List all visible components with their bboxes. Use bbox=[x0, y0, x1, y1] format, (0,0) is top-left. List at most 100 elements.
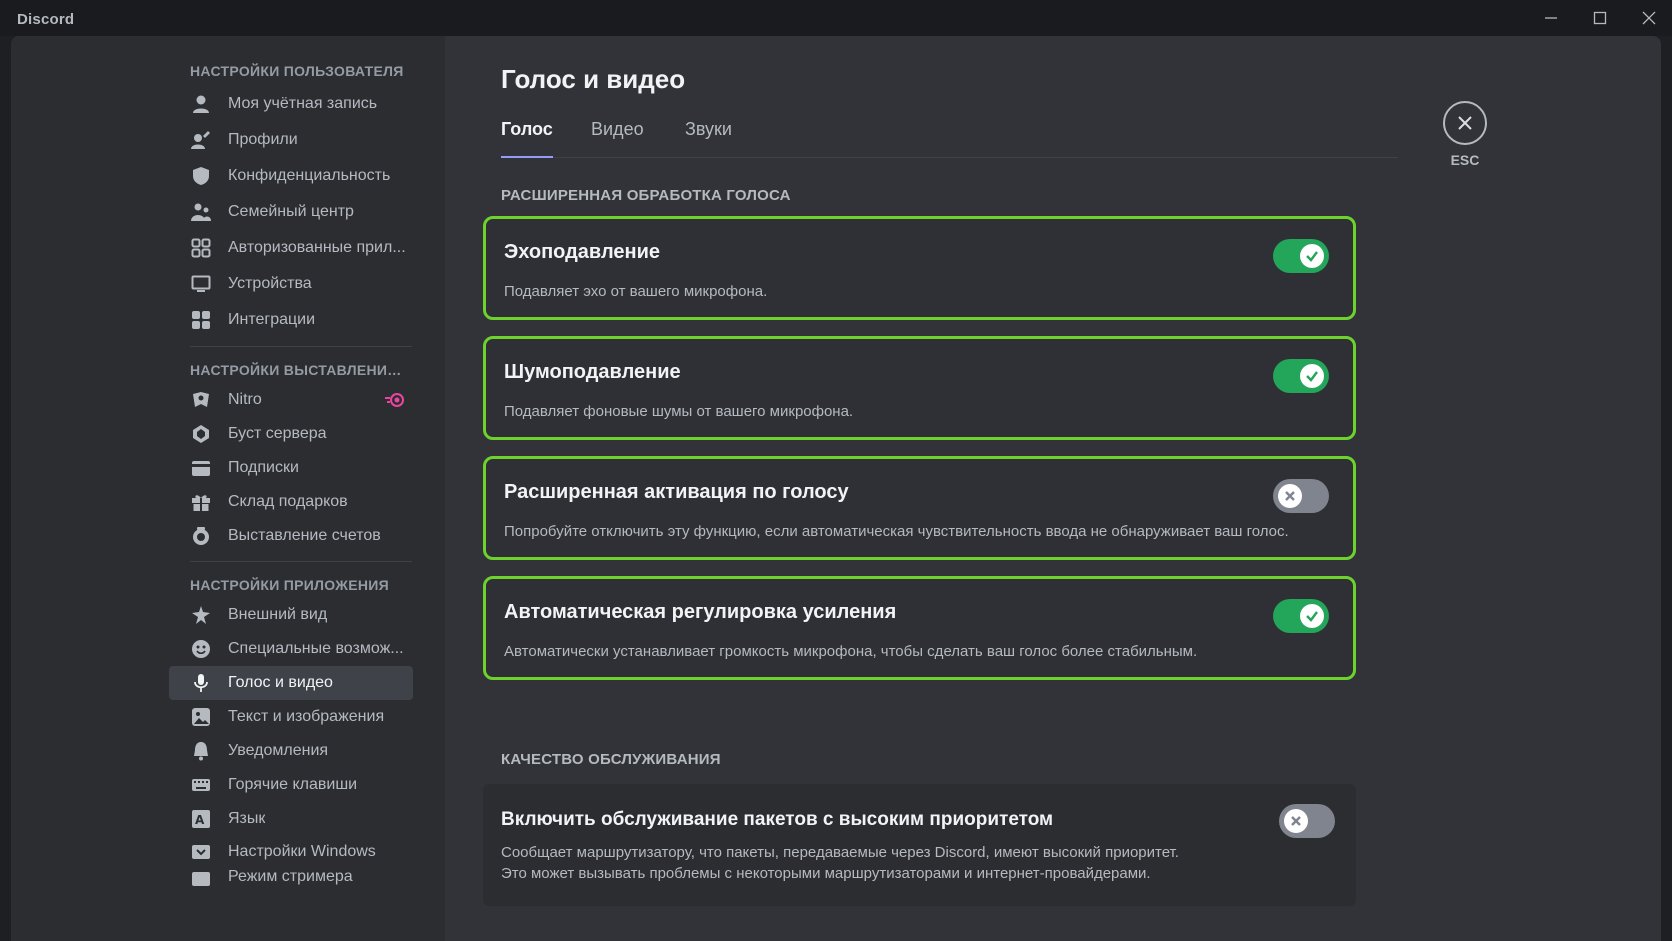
sidebar-item-integrations[interactable]: Интеграции bbox=[169, 302, 413, 338]
sidebar-item-nitro[interactable]: Nitro bbox=[169, 383, 413, 417]
image-icon bbox=[190, 706, 212, 728]
bell-icon bbox=[190, 740, 212, 762]
setting-description-line: Это может вызывать проблемы с некоторыми… bbox=[501, 865, 1151, 882]
setting-card-echo-cancellation: Эхоподавление Подавляет эхо от вашего ми… bbox=[483, 216, 1356, 320]
window-close-icon bbox=[1642, 11, 1656, 25]
section-title-qos: Качество обслуживания bbox=[501, 751, 721, 768]
sidebar-item-label: Специальные возмож... bbox=[228, 640, 404, 657]
sidebar-divider bbox=[190, 561, 412, 562]
sidebar-item-authorized-apps[interactable]: Авторизованные прил... bbox=[169, 230, 413, 266]
minimize-icon bbox=[1545, 17, 1557, 19]
sidebar-item-server-boost[interactable]: Буст сервера bbox=[169, 417, 413, 451]
sidebar-item-voice-video[interactable]: Голос и видео bbox=[169, 666, 413, 700]
auto-gain-control-toggle[interactable] bbox=[1273, 599, 1329, 633]
family-icon bbox=[190, 201, 212, 223]
sidebar-item-profiles[interactable]: Профили bbox=[169, 122, 413, 158]
sidebar-divider bbox=[190, 346, 412, 347]
page-title: Голос и видео bbox=[501, 64, 686, 94]
sidebar-item-billing[interactable]: Выставление счетов bbox=[169, 519, 413, 553]
nitro-icon bbox=[190, 389, 212, 411]
sidebar-item-appearance[interactable]: Внешний вид bbox=[169, 598, 413, 632]
close-settings-button[interactable] bbox=[1443, 101, 1487, 145]
advanced-voice-activity-toggle[interactable] bbox=[1273, 479, 1329, 513]
microphone-icon bbox=[190, 672, 212, 694]
x-icon bbox=[1291, 816, 1301, 826]
sidebar-item-privacy[interactable]: Конфиденциальность bbox=[169, 158, 413, 194]
language-icon: A bbox=[190, 808, 212, 830]
toggle-knob bbox=[1284, 809, 1308, 833]
streamer-icon bbox=[190, 868, 212, 890]
esc-label: ESC bbox=[1450, 152, 1480, 168]
sidebar-item-windows-settings[interactable]: Настройки Windows bbox=[169, 836, 413, 868]
setting-description: Сообщает маршрутизатору, что пакеты, пер… bbox=[501, 842, 1179, 884]
setting-title: Эхоподавление bbox=[504, 241, 661, 263]
svg-text:A: A bbox=[195, 813, 205, 827]
setting-title: Автоматическая регулировка усиления bbox=[504, 601, 897, 623]
sidebar-item-my-account[interactable]: Моя учётная запись bbox=[169, 86, 413, 122]
tab-bar: Голос Видео Звуки bbox=[501, 118, 1398, 158]
tab-video[interactable]: Видео bbox=[591, 118, 644, 158]
boost-icon bbox=[190, 423, 212, 445]
palette-icon bbox=[190, 604, 212, 626]
accessibility-icon bbox=[190, 638, 212, 660]
check-icon bbox=[1306, 371, 1318, 382]
close-icon bbox=[1458, 116, 1472, 130]
setting-title: Включить обслуживание пакетов с высоким … bbox=[501, 809, 1054, 830]
sidebar-item-label: Язык bbox=[228, 810, 266, 827]
sidebar-item-text-images[interactable]: Текст и изображения bbox=[169, 700, 413, 734]
toggle-knob bbox=[1300, 604, 1324, 628]
sidebar-item-label: Режим стримера bbox=[228, 868, 353, 885]
echo-cancellation-toggle[interactable] bbox=[1273, 239, 1329, 273]
window-close-button[interactable] bbox=[1631, 6, 1667, 30]
section-title-voice-processing: Расширенная обработка голоса bbox=[501, 187, 791, 204]
sidebar-item-label: Подписки bbox=[228, 459, 299, 476]
tab-voice[interactable]: Голос bbox=[501, 118, 553, 158]
tab-sounds[interactable]: Звуки bbox=[685, 118, 732, 158]
sidebar-item-label: Интеграции bbox=[228, 311, 316, 328]
sidebar-item-subscriptions[interactable]: Подписки bbox=[169, 451, 413, 485]
subscriptions-icon bbox=[190, 457, 212, 479]
pencil-user-icon bbox=[190, 129, 212, 151]
sidebar-item-label: Текст и изображения bbox=[228, 708, 385, 725]
sidebar-item-accessibility[interactable]: Специальные возмож... bbox=[169, 632, 413, 666]
setting-card-noise-suppression: Шумоподавление Подавляет фоновые шумы от… bbox=[483, 336, 1356, 440]
sidebar-item-label: Nitro bbox=[228, 391, 262, 408]
sidebar-item-label: Буст сервера bbox=[228, 425, 327, 442]
apps-grid-icon bbox=[190, 237, 212, 259]
toggle-knob bbox=[1300, 364, 1324, 388]
sidebar-header-app: Настройки приложения bbox=[190, 577, 390, 593]
gift-icon bbox=[190, 491, 212, 513]
qos-high-priority-toggle[interactable] bbox=[1279, 804, 1335, 838]
sidebar-item-label: Конфиденциальность bbox=[228, 167, 391, 184]
sidebar-item-language[interactable]: A Язык bbox=[169, 802, 413, 836]
settings-window: Настройки пользователя Моя учётная запис… bbox=[11, 36, 1661, 941]
maximize-button[interactable] bbox=[1582, 6, 1618, 30]
sidebar-item-streamer-mode[interactable]: Режим стримера bbox=[169, 868, 413, 890]
noise-suppression-toggle[interactable] bbox=[1273, 359, 1329, 393]
setting-description-line: Сообщает маршрутизатору, что пакеты, пер… bbox=[501, 844, 1179, 861]
maximize-icon bbox=[1593, 11, 1607, 25]
sidebar-item-label: Выставление счетов bbox=[228, 527, 381, 544]
nitro-badge-icon bbox=[385, 392, 405, 413]
sidebar-item-gift-inventory[interactable]: Склад подарков bbox=[169, 485, 413, 519]
sidebar-item-keybinds[interactable]: Горячие клавиши bbox=[169, 768, 413, 802]
sidebar-item-notifications[interactable]: Уведомления bbox=[169, 734, 413, 768]
sidebar-item-label: Голос и видео bbox=[228, 674, 333, 691]
setting-title: Шумоподавление bbox=[504, 361, 681, 383]
sidebar-item-label: Настройки Windows bbox=[228, 843, 376, 860]
app-name: Discord bbox=[17, 11, 75, 28]
sidebar-item-family-center[interactable]: Семейный центр bbox=[169, 194, 413, 230]
sidebar-header-billing: Настройки выставления... bbox=[190, 362, 409, 378]
sidebar-item-devices[interactable]: Устройства bbox=[169, 266, 413, 302]
settings-sidebar: Настройки пользователя Моя учётная запис… bbox=[169, 58, 429, 890]
minimize-button[interactable] bbox=[1533, 6, 1569, 30]
sidebar-item-label: Семейный центр bbox=[228, 203, 354, 220]
toggle-knob bbox=[1278, 484, 1302, 508]
setting-title: Расширенная активация по голосу bbox=[504, 481, 849, 503]
billing-icon bbox=[190, 525, 212, 547]
sidebar-item-label: Авторизованные прил... bbox=[228, 239, 406, 256]
sidebar-item-label: Моя учётная запись bbox=[228, 95, 378, 112]
setting-card-auto-gain-control: Автоматическая регулировка усиления Авто… bbox=[483, 576, 1356, 680]
monitor-icon bbox=[190, 273, 212, 295]
sidebar-item-label: Склад подарков bbox=[228, 493, 348, 510]
